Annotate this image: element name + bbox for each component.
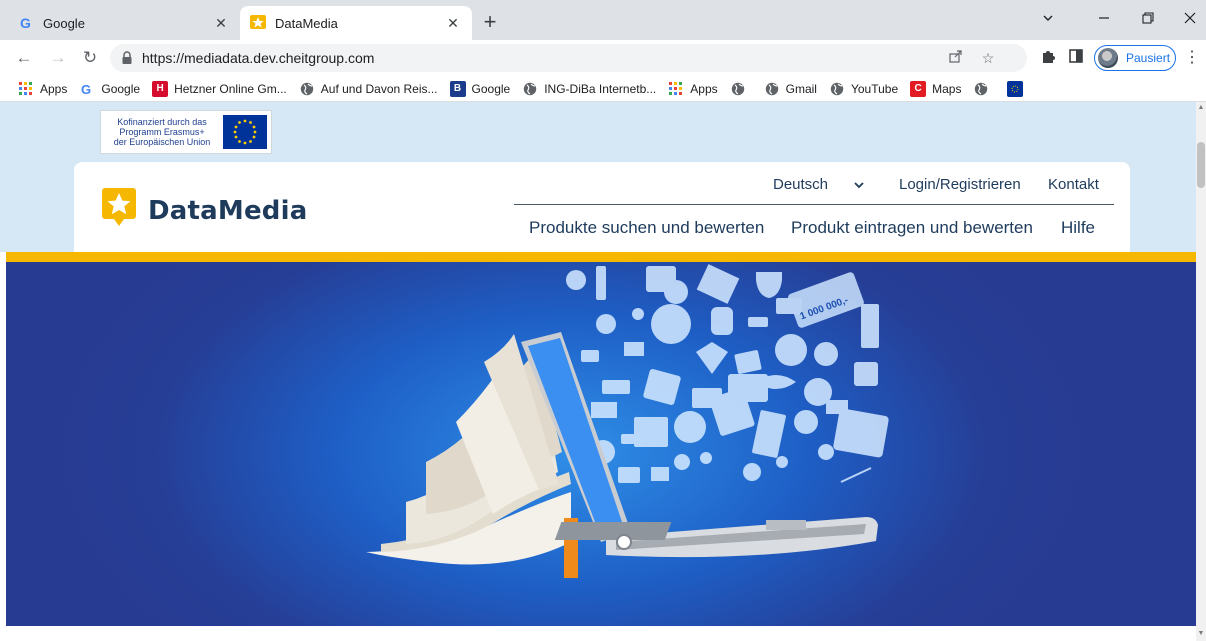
google-g-icon: G xyxy=(18,15,34,31)
bookmark-globe-2[interactable] xyxy=(973,81,995,97)
erasmus-text: Kofinanziert durch das Programm Erasmus+… xyxy=(113,117,211,147)
nav-add-product[interactable]: Produkt eintragen und bewerten xyxy=(791,218,1033,238)
extensions-puzzle-icon[interactable] xyxy=(1038,48,1058,68)
scrollbar-thumb[interactable] xyxy=(1197,142,1205,188)
datamedia-star-icon xyxy=(250,15,266,31)
bookmark-label: Gmail xyxy=(785,81,817,96)
bookmark-youtube[interactable]: YouTube xyxy=(829,81,898,97)
minimize-icon[interactable] xyxy=(1090,8,1118,32)
globe-icon xyxy=(829,81,845,97)
tab-google[interactable]: G Google ✕ xyxy=(8,6,240,40)
globe-icon xyxy=(299,81,315,97)
b-icon: B xyxy=(449,80,466,97)
globe-icon xyxy=(764,81,780,97)
nav-search-products[interactable]: Produkte suchen und bewerten xyxy=(529,218,764,238)
close-icon[interactable]: ✕ xyxy=(212,14,230,32)
bookmark-google[interactable]: G Google xyxy=(79,81,140,97)
bookmark-label: ING-DiBa Internetb... xyxy=(544,81,657,96)
accent-stripe xyxy=(6,252,1196,262)
bookmark-label: YouTube xyxy=(850,81,899,96)
lock-icon xyxy=(121,51,133,65)
menu-kebab-icon[interactable]: ⋮ xyxy=(1184,48,1200,68)
hetzner-h-icon: H xyxy=(152,80,169,97)
apps-grid-icon xyxy=(18,81,34,97)
bookmark-globe[interactable] xyxy=(730,81,752,97)
reload-icon[interactable]: ↻ xyxy=(78,46,102,70)
contact-link[interactable]: Kontakt xyxy=(1048,176,1099,193)
forward-arrow-icon[interactable]: → xyxy=(46,46,70,70)
logo-text: DataMedia xyxy=(148,195,308,226)
bookmark-google-b[interactable]: B Google xyxy=(449,80,511,97)
tab-title: DataMedia xyxy=(275,15,338,31)
scroll-down-icon[interactable]: ▼ xyxy=(1197,630,1205,638)
tab-strip: G Google ✕ DataMedia ✕ + xyxy=(0,0,1206,40)
globe-icon xyxy=(522,81,538,97)
eu-flag-icon xyxy=(1007,80,1024,97)
language-selector[interactable]: Deutsch xyxy=(773,176,828,193)
eu-flag-icon xyxy=(223,115,267,149)
url-text[interactable]: https://mediadata.dev.cheitgroup.com xyxy=(142,50,374,66)
scroll-up-icon[interactable]: ▲ xyxy=(1197,104,1205,112)
new-tab-icon[interactable]: + xyxy=(479,11,501,34)
svg-text:G: G xyxy=(20,15,31,31)
c-icon: C xyxy=(910,80,927,97)
bookmark-maps[interactable]: C Maps xyxy=(910,80,962,97)
bookmark-label: Maps xyxy=(932,81,962,96)
bookmark-hetzner[interactable]: H Hetzner Online Gm... xyxy=(152,80,287,97)
bookmark-eu[interactable] xyxy=(1007,80,1029,97)
bookmark-apps[interactable]: Apps xyxy=(18,81,67,97)
header-divider xyxy=(514,204,1114,205)
profile-status: Pausiert xyxy=(1126,51,1171,65)
avatar xyxy=(1098,48,1118,68)
tab-search-chevron-icon[interactable] xyxy=(1034,8,1062,32)
web-page: Kofinanziert durch das Programm Erasmus+… xyxy=(0,102,1196,641)
page-scrollbar[interactable]: ▲ ▼ xyxy=(1196,102,1206,641)
address-bar[interactable]: https://mediadata.dev.cheitgroup.com ☆ xyxy=(110,44,1027,72)
login-register-link[interactable]: Login/Registrieren xyxy=(899,176,1021,193)
hero-illustration: 1 000 000,- xyxy=(366,264,889,578)
tab-title: Google xyxy=(43,15,85,31)
share-icon[interactable] xyxy=(946,48,966,68)
chevron-down-icon[interactable] xyxy=(852,178,868,192)
site-logo[interactable]: DataMedia xyxy=(102,186,307,235)
back-arrow-icon[interactable]: ← xyxy=(12,46,36,70)
restore-icon[interactable] xyxy=(1134,8,1162,32)
close-icon[interactable]: ✕ xyxy=(444,14,462,32)
star-badge-icon xyxy=(102,186,136,235)
bookmark-label: Apps xyxy=(690,81,718,96)
bookmark-label: Hetzner Online Gm... xyxy=(174,81,287,96)
bookmark-auf-und-davon[interactable]: Auf und Davon Reis... xyxy=(299,81,438,97)
hero-banner: 1 000 000,- xyxy=(6,262,1196,626)
browser-toolbar: ← → ↻ https://mediadata.dev.cheitgroup.c… xyxy=(0,40,1206,76)
profile-button[interactable]: Pausiert xyxy=(1094,45,1176,71)
bookmark-label: Auf und Davon Reis... xyxy=(320,81,438,96)
nav-help[interactable]: Hilfe xyxy=(1061,218,1095,238)
apps-grid-icon xyxy=(668,81,684,97)
bookmark-gmail[interactable]: Gmail xyxy=(764,81,817,97)
tab-datamedia[interactable]: DataMedia ✕ xyxy=(240,6,472,40)
erasmus-badge[interactable]: Kofinanziert durch das Programm Erasmus+… xyxy=(100,110,272,154)
globe-icon xyxy=(730,81,746,97)
bookmark-label: Google xyxy=(101,81,141,96)
bookmark-star-icon[interactable]: ☆ xyxy=(978,48,998,68)
bookmark-ing-diba[interactable]: ING-DiBa Internetb... xyxy=(522,81,656,97)
bookmark-apps-2[interactable]: Apps xyxy=(668,81,718,97)
site-header: DataMedia Deutsch Login/Registrieren Kon… xyxy=(74,162,1130,252)
globe-icon xyxy=(973,81,989,97)
svg-text:G: G xyxy=(81,82,91,96)
close-window-icon[interactable] xyxy=(1176,8,1204,32)
side-panel-icon[interactable] xyxy=(1066,48,1086,68)
google-g-icon: G xyxy=(79,81,95,97)
bookmarks-bar: Apps G Google H Hetzner Online Gm... Auf… xyxy=(0,76,1206,102)
bookmark-label: Google xyxy=(471,81,511,96)
bookmark-label: Apps xyxy=(40,81,68,96)
browser-window: G Google ✕ DataMedia ✕ + ← → ↻ https://m… xyxy=(0,0,1206,641)
